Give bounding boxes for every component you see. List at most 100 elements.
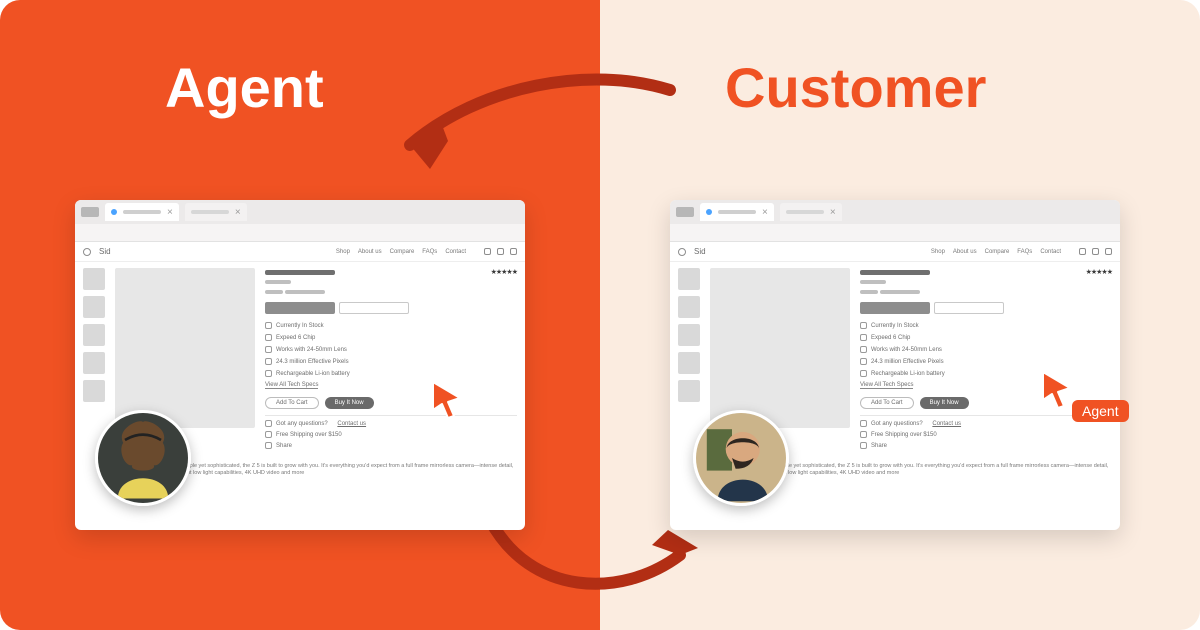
site-name: Sid bbox=[99, 247, 111, 256]
nav-link[interactable]: Contact bbox=[445, 249, 466, 255]
thumbnail[interactable] bbox=[83, 380, 105, 402]
nav-link[interactable]: Shop bbox=[931, 249, 945, 255]
thumbnail[interactable] bbox=[83, 296, 105, 318]
nav-link[interactable]: Compare bbox=[390, 249, 415, 255]
window-controls[interactable] bbox=[676, 207, 694, 217]
pixels-icon bbox=[860, 358, 867, 365]
nav-link[interactable]: Contact bbox=[1040, 249, 1061, 255]
contact-us-link[interactable]: Contact us bbox=[337, 421, 366, 427]
divider bbox=[265, 415, 517, 416]
search-icon[interactable] bbox=[484, 248, 491, 255]
variant-option-selected[interactable] bbox=[860, 302, 930, 314]
close-icon[interactable]: × bbox=[235, 207, 241, 218]
account-icon[interactable] bbox=[1092, 248, 1099, 255]
site-logo-icon bbox=[83, 248, 91, 256]
thumbnail-list bbox=[678, 268, 700, 449]
thumbnail[interactable] bbox=[678, 324, 700, 346]
feature-battery: Rechargeable Li-ion battery bbox=[871, 371, 945, 377]
feature-stock: Currently In Stock bbox=[871, 323, 919, 329]
feature-stock: Currently In Stock bbox=[276, 323, 324, 329]
thumbnail[interactable] bbox=[678, 296, 700, 318]
share-link[interactable]: Share bbox=[871, 443, 887, 449]
tab-title-placeholder bbox=[786, 210, 824, 214]
price-placeholder bbox=[860, 280, 886, 284]
nav-link[interactable]: Compare bbox=[985, 249, 1010, 255]
share-icon bbox=[265, 442, 272, 449]
feature-battery: Rechargeable Li-ion battery bbox=[276, 371, 350, 377]
share-link[interactable]: Share bbox=[276, 443, 292, 449]
nav-link[interactable]: Shop bbox=[336, 249, 350, 255]
product-hero-image bbox=[115, 268, 255, 428]
thumbnail[interactable] bbox=[83, 324, 105, 346]
site-header: Sid Shop About us Compare FAQs Contact bbox=[75, 242, 525, 262]
lens-icon bbox=[860, 346, 867, 353]
window-controls[interactable] bbox=[81, 207, 99, 217]
feature-chip: Expeed 6 Chip bbox=[276, 335, 315, 341]
cart-icon[interactable] bbox=[1105, 248, 1112, 255]
feature-lens: Works with 24-50mm Lens bbox=[276, 347, 347, 353]
stock-icon bbox=[265, 322, 272, 329]
product-details: ★★★★★ Currently In Stock Expeed 6 Chip W… bbox=[860, 268, 1112, 449]
browser-tab-inactive[interactable]: × bbox=[185, 203, 247, 221]
thumbnail[interactable] bbox=[678, 268, 700, 290]
product-hero-image bbox=[710, 268, 850, 428]
feature-chip: Expeed 6 Chip bbox=[871, 335, 910, 341]
browser-tab-inactive[interactable]: × bbox=[780, 203, 842, 221]
close-icon[interactable]: × bbox=[167, 207, 173, 218]
site-nav: Shop About us Compare FAQs Contact bbox=[336, 249, 466, 255]
nav-link[interactable]: FAQs bbox=[422, 249, 437, 255]
browser-tab-active[interactable]: × bbox=[105, 203, 179, 221]
truck-icon bbox=[265, 431, 272, 438]
contact-us-link[interactable]: Contact us bbox=[932, 421, 961, 427]
meta-placeholder bbox=[880, 290, 920, 294]
agent-avatar bbox=[95, 410, 191, 506]
star-rating: ★★★★★ bbox=[1086, 268, 1112, 276]
meta-placeholder bbox=[265, 290, 283, 294]
chip-icon bbox=[265, 334, 272, 341]
close-icon[interactable]: × bbox=[830, 207, 836, 218]
product-title-placeholder bbox=[265, 270, 335, 275]
feature-pixels: 24.3 million Effective Pixels bbox=[871, 359, 944, 365]
shipping-label: Free Shipping over $150 bbox=[276, 432, 342, 438]
variant-picker bbox=[265, 302, 517, 314]
meta-placeholder bbox=[860, 290, 878, 294]
view-specs-link[interactable]: View All Tech Specs bbox=[860, 382, 913, 389]
questions-label: Got any questions? bbox=[871, 421, 923, 427]
buy-now-button[interactable]: Buy It Now bbox=[920, 397, 969, 409]
url-bar[interactable] bbox=[75, 224, 525, 242]
customer-title: Customer bbox=[725, 55, 986, 120]
thumbnail[interactable] bbox=[678, 380, 700, 402]
thumbnail-list bbox=[83, 268, 105, 449]
variant-option[interactable] bbox=[934, 302, 1004, 314]
cursor-label: Agent bbox=[1072, 400, 1129, 422]
add-to-cart-button[interactable]: Add To Cart bbox=[265, 397, 319, 409]
variant-option-selected[interactable] bbox=[265, 302, 335, 314]
cart-icon[interactable] bbox=[510, 248, 517, 255]
stock-icon bbox=[860, 322, 867, 329]
thumbnail[interactable] bbox=[83, 352, 105, 374]
nav-link[interactable]: About us bbox=[358, 249, 382, 255]
thumbnail[interactable] bbox=[83, 268, 105, 290]
site-name: Sid bbox=[694, 247, 706, 256]
search-icon[interactable] bbox=[1079, 248, 1086, 255]
variant-option[interactable] bbox=[339, 302, 409, 314]
add-to-cart-button[interactable]: Add To Cart bbox=[860, 397, 914, 409]
close-icon[interactable]: × bbox=[762, 207, 768, 218]
cobrowse-illustration: Agent Customer × × bbox=[0, 0, 1200, 630]
nav-link[interactable]: FAQs bbox=[1017, 249, 1032, 255]
account-icon[interactable] bbox=[497, 248, 504, 255]
url-bar[interactable] bbox=[670, 224, 1120, 242]
agent-title: Agent bbox=[165, 55, 324, 120]
site-header: Sid Shop About us Compare FAQs Contact bbox=[670, 242, 1120, 262]
tab-bar: × × bbox=[670, 200, 1120, 224]
feature-pixels: 24.3 million Effective Pixels bbox=[276, 359, 349, 365]
buy-now-button[interactable]: Buy It Now bbox=[325, 397, 374, 409]
lens-icon bbox=[265, 346, 272, 353]
tab-title-placeholder bbox=[123, 210, 161, 214]
battery-icon bbox=[860, 370, 867, 377]
tab-title-placeholder bbox=[191, 210, 229, 214]
view-specs-link[interactable]: View All Tech Specs bbox=[265, 382, 318, 389]
thumbnail[interactable] bbox=[678, 352, 700, 374]
nav-link[interactable]: About us bbox=[953, 249, 977, 255]
browser-tab-active[interactable]: × bbox=[700, 203, 774, 221]
